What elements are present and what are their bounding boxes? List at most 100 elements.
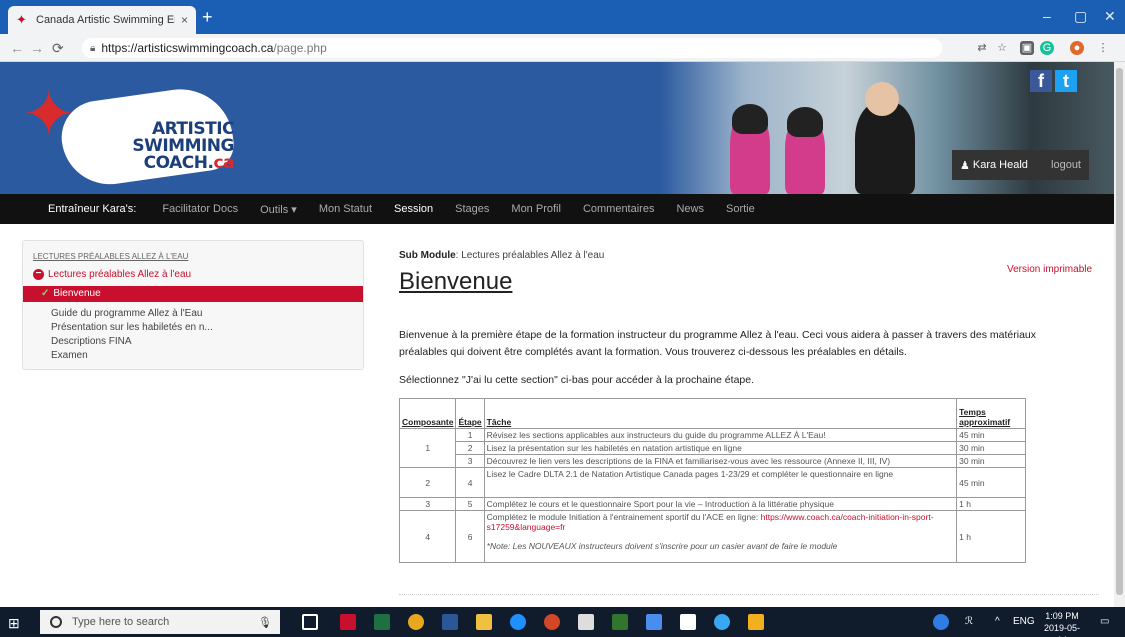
excel-icon[interactable] [374, 614, 390, 630]
nav-outils[interactable]: Outils ▾ [260, 203, 297, 216]
sidebar-item-bienvenue[interactable]: ✓ Bienvenue [23, 286, 363, 302]
language-indicator[interactable]: ENG [1013, 616, 1035, 627]
nav-stages[interactable]: Stages [455, 203, 489, 215]
user-icon: ♟ [960, 159, 970, 172]
table-header-row: Composante Étape Tâche Temps approximati… [398, 398, 1026, 429]
nav-commentaires[interactable]: Commentaires [583, 203, 655, 215]
header-etape: Étape [455, 398, 485, 429]
cell-tache: Découvrez le lien vers les descriptions … [483, 454, 958, 468]
photos-icon[interactable] [714, 614, 730, 630]
submodule-label: Sub Module: Lectures préalables Allez à … [399, 250, 605, 261]
calculator-icon[interactable] [578, 614, 594, 630]
profile-avatar-icon[interactable]: ● [1070, 41, 1084, 55]
taskbar-search[interactable]: Type here to search 🎙︎ [40, 610, 280, 634]
notifications-icon[interactable]: ▭ [1100, 616, 1109, 627]
checkmark-icon: ✓ [41, 288, 50, 299]
cell-etape: 5 [455, 497, 485, 511]
header-tache: Tâche [483, 398, 958, 429]
teams-icon[interactable] [646, 614, 662, 630]
cell-etape: 1 [455, 428, 485, 442]
nav-sortie[interactable]: Sortie [726, 203, 755, 215]
module-sidebar: LECTURES PRÉALABLES ALLEZ À L'EAU − Lect… [22, 240, 364, 370]
sidebar-item-presentation[interactable]: Présentation sur les habiletés en n... [51, 322, 213, 333]
nav-coach-label: Entraîneur Kara's: [48, 203, 137, 215]
table-row: 2 4 Lisez le Cadre DLTA 2.1 de Natation … [398, 467, 1026, 498]
nav-mon-profil[interactable]: Mon Profil [511, 203, 561, 215]
microphone-icon[interactable]: 🎙︎ [258, 616, 272, 629]
mail-icon[interactable] [680, 614, 696, 630]
instruction-text: Sélectionnez "J'ai lu cette section" ci-… [399, 374, 755, 386]
page-scrollbar[interactable] [1114, 62, 1125, 607]
collapse-minus-icon: − [33, 269, 44, 280]
taskbar-clock[interactable]: 1:09 PM 2019-05-14 [1040, 610, 1084, 637]
url-path: /page.php [273, 41, 327, 55]
sidebar-item-examen[interactable]: Examen [51, 350, 88, 361]
forward-arrow-icon[interactable]: → [30, 40, 44, 56]
user-box: ♟ Kara Heald logout [952, 150, 1089, 180]
sidebar-section-header[interactable]: − Lectures préalables Allez à l'eau [33, 269, 191, 280]
translate-icon[interactable]: ⇄ [975, 41, 989, 55]
cell-temps: 30 min [956, 441, 1026, 455]
project-icon[interactable] [612, 614, 628, 630]
cell-composante: 1 [398, 428, 457, 468]
maple-leaf-favicon-icon: ✦ [16, 12, 27, 27]
word-icon[interactable] [442, 614, 458, 630]
menu-dots-icon[interactable]: ⋮ [1096, 41, 1110, 55]
cell-tache: Révisez les sections applicables aux ins… [483, 428, 958, 442]
cell-etape: 4 [455, 467, 485, 498]
nav-mon-statut[interactable]: Mon Statut [319, 203, 372, 215]
cell-tache: Lisez le Cadre DLTA 2.1 de Natation Arti… [483, 467, 958, 498]
browser-tab[interactable]: ✦ Canada Artistic Swimming Entra × [8, 6, 196, 34]
task-table: Composante Étape Tâche Temps approximati… [398, 398, 1026, 563]
grammarly-icon[interactable]: G [1040, 41, 1054, 55]
nav-facilitator-docs[interactable]: Facilitator Docs [162, 203, 238, 215]
sidebar-item-guide[interactable]: Guide du programme Allez à l'Eau [51, 308, 202, 319]
tray-chevron-icon[interactable]: ^ [995, 616, 1000, 627]
file-explorer-icon[interactable] [476, 614, 492, 630]
task-view-icon[interactable] [302, 614, 318, 630]
people-icon[interactable]: ℛ [965, 616, 973, 627]
edge-icon[interactable] [510, 614, 526, 630]
cell-composante: 2 [398, 467, 457, 498]
intro-paragraph: Bienvenue à la première étape de la form… [399, 329, 1037, 358]
windows-start-icon[interactable]: ⊞ [8, 615, 20, 632]
nav-news[interactable]: News [676, 203, 704, 215]
reload-icon[interactable]: ⟳ [52, 40, 64, 57]
chrome-icon[interactable] [408, 614, 424, 630]
twitter-icon[interactable]: t [1055, 70, 1077, 92]
sidebar-breadcrumb[interactable]: LECTURES PRÉALABLES ALLEZ À L'EAU [33, 252, 188, 261]
address-bar[interactable]: 🔒︎ https://artisticswimmingcoach.ca /pag… [82, 38, 942, 58]
cell-etape: 3 [455, 454, 485, 468]
search-placeholder: Type here to search [72, 616, 170, 628]
logo-text: ARTISTIC SWIMMING COACH.ca [132, 119, 234, 173]
sidebar-item-descriptions-fina[interactable]: Descriptions FINA [51, 336, 132, 347]
facebook-icon[interactable]: f [1030, 70, 1052, 92]
extension-icon[interactable]: ▣ [1020, 41, 1034, 55]
user-name[interactable]: Kara Heald [973, 159, 1028, 171]
browser-toolbar: ← → ⟳ 🔒︎ https://artisticswimmingcoach.c… [0, 34, 1125, 62]
content-divider [399, 594, 1099, 595]
windows-taskbar: ⊞ Type here to search 🎙︎ ℛ ^ ENG 1:09 PM… [0, 607, 1125, 637]
printable-version-link[interactable]: Version imprimable [1007, 264, 1092, 275]
cell-temps: 1 h [956, 510, 1026, 563]
close-window-button[interactable]: ✕ [1104, 8, 1116, 25]
minimize-button[interactable]: – [1043, 8, 1051, 24]
maximize-button[interactable]: ▢ [1074, 8, 1087, 25]
powerpoint-icon[interactable] [544, 614, 560, 630]
cortana-circle-icon [50, 616, 62, 628]
lock-icon: 🔒︎ [90, 42, 96, 54]
nav-session[interactable]: Session [394, 203, 433, 215]
help-icon[interactable] [933, 614, 949, 630]
tab-close-icon[interactable]: × [181, 13, 188, 27]
logout-link[interactable]: logout [1051, 159, 1081, 171]
new-tab-button[interactable]: + [202, 8, 213, 26]
table-note: *Note: Les NOUVEAUX instructeurs doivent… [486, 541, 838, 551]
back-arrow-icon[interactable]: ← [10, 40, 24, 56]
store-icon[interactable] [748, 614, 764, 630]
table-row: 4 6 Complétez le module Initiation à l'e… [398, 510, 1026, 563]
bookmark-star-icon[interactable]: ☆ [995, 41, 1009, 55]
cell-composante: 3 [398, 497, 457, 511]
acrobat-icon[interactable] [340, 614, 356, 630]
site-logo[interactable]: ✦ ARTISTIC SWIMMING COACH.ca [22, 76, 252, 191]
scrollbar-thumb[interactable] [1116, 68, 1123, 595]
